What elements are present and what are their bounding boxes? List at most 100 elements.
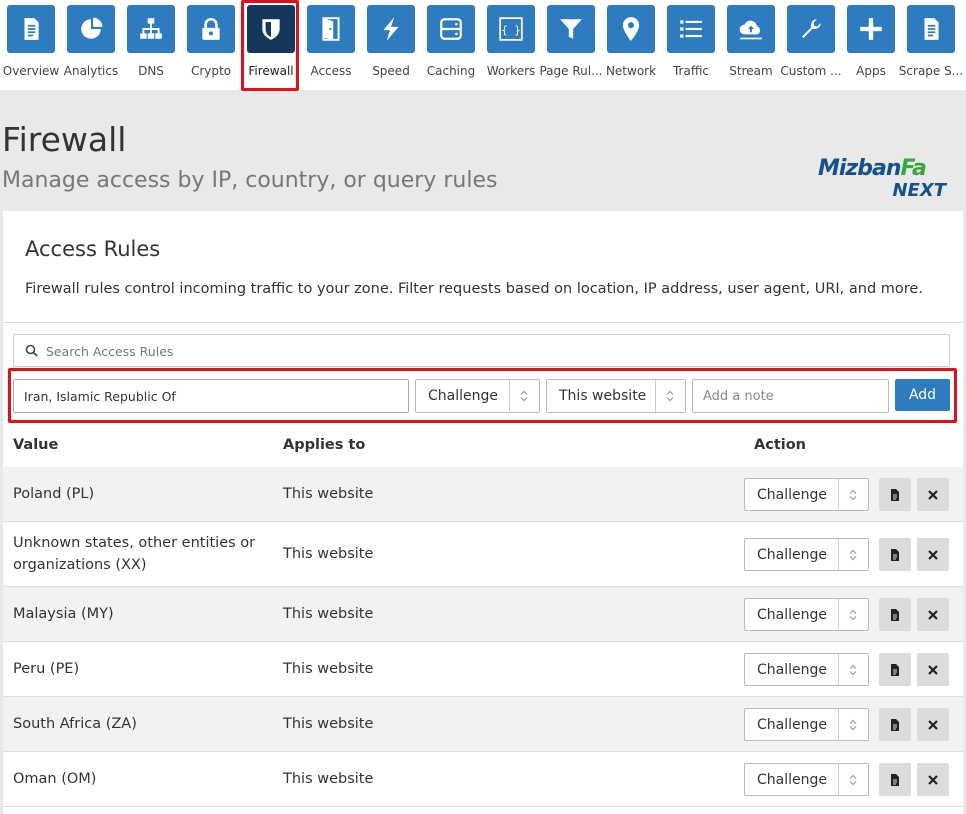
rule-applies-to: This website: [283, 661, 374, 677]
rule-value: Peru (PE): [13, 661, 80, 677]
rule-action-value: Challenge: [757, 607, 827, 623]
document-icon: [891, 488, 899, 501]
scope-select-value: This website: [559, 388, 647, 404]
select-arrows-icon: [849, 774, 857, 786]
table-row: Poland (PL) This website Challenge: [3, 467, 963, 522]
card-description: Firewall rules control incoming traffic …: [25, 281, 923, 297]
plus-icon: [847, 5, 895, 53]
logo-next: NEXT: [892, 180, 946, 201]
nav-item-workers[interactable]: { } Workers: [481, 0, 541, 90]
column-header-action: Action: [754, 437, 807, 453]
action-select-value: Challenge: [428, 388, 498, 404]
note-button[interactable]: [879, 763, 911, 796]
rule-action-value: Challenge: [757, 547, 827, 563]
rule-applies-to: This website: [283, 486, 374, 502]
table-row: Unknown states, other entities or organi…: [3, 522, 963, 587]
mizbanfa-logo: MizbanFa NEXT: [818, 156, 958, 204]
access-rules-card: Access Rules Firewall rules control inco…: [3, 211, 963, 814]
add-button[interactable]: Add: [895, 379, 950, 411]
nav-item-analytics[interactable]: Analytics: [61, 0, 121, 90]
rule-value: Poland (PL): [13, 486, 95, 502]
delete-button[interactable]: [917, 708, 949, 741]
top-navigation: Overview Analytics DNS Crypto Firewall A…: [0, 0, 966, 90]
svg-text:{ }: { }: [501, 23, 521, 36]
logo-wordmark: MizbanFa: [818, 156, 927, 181]
action-select[interactable]: Challenge: [415, 379, 540, 413]
rule-value: Oman (OM): [13, 771, 97, 787]
nav-item-traffic[interactable]: Traffic: [661, 0, 721, 90]
rule-applies-to: This website: [283, 716, 374, 732]
nav-item-scrape-shield[interactable]: Scrape S...: [899, 0, 963, 90]
close-icon: [928, 609, 938, 620]
rule-applies-to: This website: [283, 606, 374, 622]
rule-action-select[interactable]: Challenge: [744, 763, 869, 796]
select-arrows-icon: [849, 719, 857, 731]
select-separator: [838, 539, 839, 570]
delete-button[interactable]: [917, 478, 949, 511]
delete-button[interactable]: [917, 538, 949, 571]
filter-icon: [547, 5, 595, 53]
shield-icon: [247, 5, 295, 53]
rule-value: South Africa (ZA): [13, 716, 137, 732]
document-icon: [891, 663, 899, 676]
close-icon: [928, 664, 938, 675]
door-icon: [307, 5, 355, 53]
select-separator: [838, 764, 839, 795]
close-icon: [928, 549, 938, 560]
nav-item-apps[interactable]: Apps: [841, 0, 901, 90]
select-arrows-icon: [666, 390, 674, 402]
note-input[interactable]: [692, 379, 889, 413]
rule-value: Unknown states, other entities or organi…: [13, 535, 256, 573]
rule-action-select[interactable]: Challenge: [744, 598, 869, 631]
card-title: Access Rules: [25, 237, 161, 261]
rule-value-input[interactable]: [13, 379, 409, 413]
select-separator: [838, 599, 839, 630]
close-icon: [928, 774, 938, 785]
pie-chart-icon: [67, 5, 115, 53]
server-icon: [427, 5, 475, 53]
note-button[interactable]: [879, 708, 911, 741]
note-button[interactable]: [879, 598, 911, 631]
nav-item-crypto[interactable]: Crypto: [181, 0, 241, 90]
page-title: Firewall: [2, 120, 127, 159]
rule-action-select[interactable]: Challenge: [744, 708, 869, 741]
note-button[interactable]: [879, 653, 911, 686]
table-row: South Africa (ZA) This website Challenge: [3, 697, 963, 752]
nav-item-page-rules[interactable]: Page Rul...: [539, 0, 603, 90]
rule-value: Malaysia (MY): [13, 606, 114, 622]
note-button[interactable]: [879, 538, 911, 571]
nav-item-custom[interactable]: Custom ...: [780, 0, 842, 90]
select-arrows-icon: [849, 489, 857, 501]
nav-label: Scrape S...: [898, 64, 964, 78]
nav-item-caching[interactable]: Caching: [421, 0, 481, 90]
delete-button[interactable]: [917, 763, 949, 796]
document-icon: [7, 5, 55, 53]
rule-action-select[interactable]: Challenge: [744, 653, 869, 686]
rule-action-value: Challenge: [757, 717, 827, 733]
rule-applies-to: This website: [283, 771, 374, 787]
select-arrows-icon: [520, 390, 528, 402]
column-header-value: Value: [13, 437, 59, 453]
nav-item-firewall[interactable]: Firewall: [241, 0, 301, 90]
nav-item-network[interactable]: Network: [601, 0, 661, 90]
select-separator: [509, 380, 510, 412]
wrench-icon: [787, 5, 835, 53]
table-row: Peru (PE) This website Challenge: [3, 642, 963, 697]
nav-item-access[interactable]: Access: [301, 0, 361, 90]
nav-item-dns[interactable]: DNS: [121, 0, 181, 90]
code-braces-icon: { }: [487, 5, 535, 53]
rule-action-select[interactable]: Challenge: [744, 538, 869, 571]
select-arrows-icon: [849, 549, 857, 561]
cloud-upload-icon: [727, 5, 775, 53]
document-icon: [891, 548, 899, 561]
delete-button[interactable]: [917, 653, 949, 686]
scope-select[interactable]: This website: [546, 379, 686, 413]
select-separator: [838, 479, 839, 510]
search-input[interactable]: [46, 339, 926, 363]
nav-item-speed[interactable]: Speed: [361, 0, 421, 90]
delete-button[interactable]: [917, 598, 949, 631]
nav-item-overview[interactable]: Overview: [1, 0, 61, 90]
nav-item-stream[interactable]: Stream: [721, 0, 781, 90]
rule-action-select[interactable]: Challenge: [744, 478, 869, 511]
note-button[interactable]: [879, 478, 911, 511]
